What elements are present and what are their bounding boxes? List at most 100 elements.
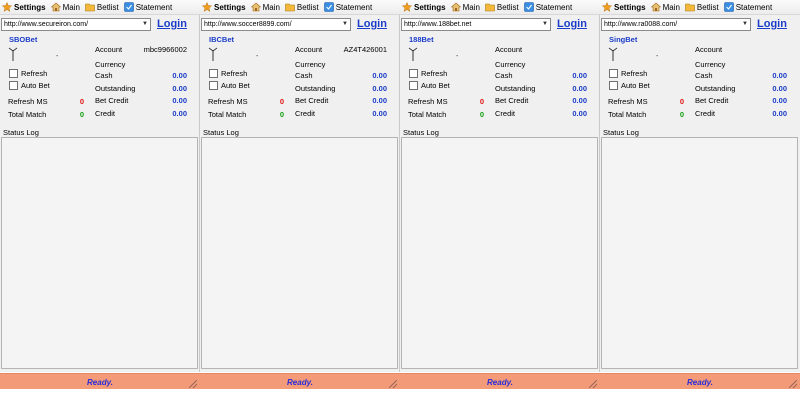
login-link[interactable]: Login xyxy=(557,18,587,30)
url-dropdown[interactable]: http://www.188bet.net ▼ xyxy=(401,17,551,31)
login-link[interactable]: Login xyxy=(157,18,187,30)
cash-row: Cash 0.00 xyxy=(295,71,387,80)
chevron-down-icon[interactable]: ▼ xyxy=(140,19,150,30)
total-match-label: Total Match xyxy=(408,110,447,119)
total-match-value: 0 xyxy=(279,110,284,119)
total-match-label: Total Match xyxy=(608,110,647,119)
chevron-down-icon[interactable]: ▼ xyxy=(340,19,350,30)
bookmaker-name: IBCBet xyxy=(209,35,235,44)
refresh-checkbox[interactable]: Refresh xyxy=(609,69,647,78)
total-match-row: Total Match 0 xyxy=(608,110,684,119)
folder-icon xyxy=(285,3,295,12)
login-link[interactable]: Login xyxy=(757,18,787,30)
betlist-menu[interactable]: Betlist xyxy=(285,2,319,12)
checkbox-box[interactable] xyxy=(609,81,618,90)
url-value: http://www.secureiron.com/ xyxy=(4,20,89,28)
betlist-menu[interactable]: Betlist xyxy=(485,2,519,12)
currency-row: Currency xyxy=(295,60,387,69)
checkbox-box[interactable] xyxy=(9,69,18,78)
checkbox-box[interactable] xyxy=(409,69,418,78)
star-icon xyxy=(602,2,612,12)
refresh-checkbox[interactable]: Refresh xyxy=(209,69,247,78)
statement-menu[interactable]: Statement xyxy=(123,2,172,12)
url-dropdown[interactable]: http://www.ra0088.com/ ▼ xyxy=(601,17,751,31)
bet-credit-row: Bet Credit 0.00 xyxy=(295,96,387,105)
auto-bet-checkbox[interactable]: Auto Bet xyxy=(9,81,50,90)
checkbox-box[interactable] xyxy=(209,81,218,90)
checkbox-box[interactable] xyxy=(609,69,618,78)
url-value: http://www.188bet.net xyxy=(404,20,472,28)
main-menu[interactable]: Main xyxy=(450,2,480,12)
refresh-ms-label: Refresh MS xyxy=(8,97,48,106)
resize-grip-icon[interactable] xyxy=(189,380,197,388)
credit-row: Credit 0.00 xyxy=(95,109,187,118)
checkbox-box[interactable] xyxy=(9,81,18,90)
credit-label: Credit xyxy=(695,109,716,118)
antenna-icon xyxy=(408,47,418,61)
bookmaker-panel-ibcbet: Settings Main Betlist Statement http://w… xyxy=(200,0,400,372)
statement-menu[interactable]: Statement xyxy=(723,2,772,12)
bet-credit-value: 0.00 xyxy=(572,96,587,105)
status-log-box[interactable] xyxy=(1,137,198,369)
chevron-down-icon[interactable]: ▼ xyxy=(740,19,750,30)
auto-bet-checkbox[interactable]: Auto Bet xyxy=(409,81,450,90)
bookmaker-name: 188Bet xyxy=(409,35,434,44)
cash-value: 0.00 xyxy=(172,71,187,80)
bookmaker-name: SingBet xyxy=(609,35,638,44)
login-link[interactable]: Login xyxy=(357,18,387,30)
settings-menu[interactable]: Settings xyxy=(402,2,446,12)
resize-grip-icon[interactable] xyxy=(789,380,797,388)
statement-menu[interactable]: Statement xyxy=(323,2,372,12)
bookmaker-panel-sbobet: Settings Main Betlist Statement http://w… xyxy=(0,0,200,372)
main-menu[interactable]: Main xyxy=(650,2,680,12)
betlist-menu[interactable]: Betlist xyxy=(685,2,719,12)
resize-grip-icon[interactable] xyxy=(589,380,597,388)
refresh-label: Refresh xyxy=(621,69,648,78)
account-value: AZ4T426001 xyxy=(343,45,387,54)
total-match-row: Total Match 0 xyxy=(8,110,84,119)
credit-label: Credit xyxy=(95,109,116,118)
outstanding-label: Outstanding xyxy=(495,84,536,93)
auto-bet-checkbox[interactable]: Auto Bet xyxy=(609,81,650,90)
url-row: http://www.secureiron.com/ ▼ Login xyxy=(0,16,200,32)
status-bar: Ready. Ready. Ready. Ready. xyxy=(0,373,800,389)
antenna-icon xyxy=(8,47,18,61)
auto-bet-checkbox[interactable]: Auto Bet xyxy=(209,81,250,90)
status-text: Ready. xyxy=(687,377,713,387)
statement-menu[interactable]: Statement xyxy=(523,2,572,12)
main-menu[interactable]: Main xyxy=(50,2,80,12)
settings-menu[interactable]: Settings xyxy=(602,2,646,12)
checkbox-box[interactable] xyxy=(409,81,418,90)
checkbox-box[interactable] xyxy=(209,69,218,78)
url-dropdown[interactable]: http://www.soccer8899.com/ ▼ xyxy=(201,17,351,31)
settings-menu[interactable]: Settings xyxy=(202,2,246,12)
home-icon xyxy=(50,2,61,12)
main-menu[interactable]: Main xyxy=(250,2,280,12)
account-label: Account xyxy=(495,45,523,54)
bet-credit-row: Bet Credit 0.00 xyxy=(495,96,587,105)
bet-credit-label: Bet Credit xyxy=(695,96,729,105)
settings-menu[interactable]: Settings xyxy=(2,2,46,12)
refresh-checkbox[interactable]: Refresh xyxy=(409,69,447,78)
auto-bet-label: Auto Bet xyxy=(421,81,450,90)
resize-grip-icon[interactable] xyxy=(389,380,397,388)
refresh-ms-label: Refresh MS xyxy=(408,97,448,106)
chevron-down-icon[interactable]: ▼ xyxy=(540,19,550,30)
refresh-ms-value: 0 xyxy=(479,97,484,106)
currency-label: Currency xyxy=(95,60,126,69)
status-cell: Ready. xyxy=(0,374,200,390)
connection-status: - xyxy=(56,53,59,60)
bet-credit-value: 0.00 xyxy=(372,96,387,105)
account-label: Account xyxy=(695,45,723,54)
connection-status: - xyxy=(256,53,259,60)
status-log-box[interactable] xyxy=(201,137,398,369)
status-cell: Ready. xyxy=(200,374,400,390)
refresh-checkbox[interactable]: Refresh xyxy=(9,69,47,78)
outstanding-value: 0.00 xyxy=(572,84,587,93)
url-dropdown[interactable]: http://www.secureiron.com/ ▼ xyxy=(1,17,151,31)
betlist-menu[interactable]: Betlist xyxy=(85,2,119,12)
outstanding-row: Outstanding 0.00 xyxy=(95,84,187,93)
status-log-box[interactable] xyxy=(601,137,798,369)
status-log-box[interactable] xyxy=(401,137,598,369)
currency-row: Currency xyxy=(95,60,187,69)
